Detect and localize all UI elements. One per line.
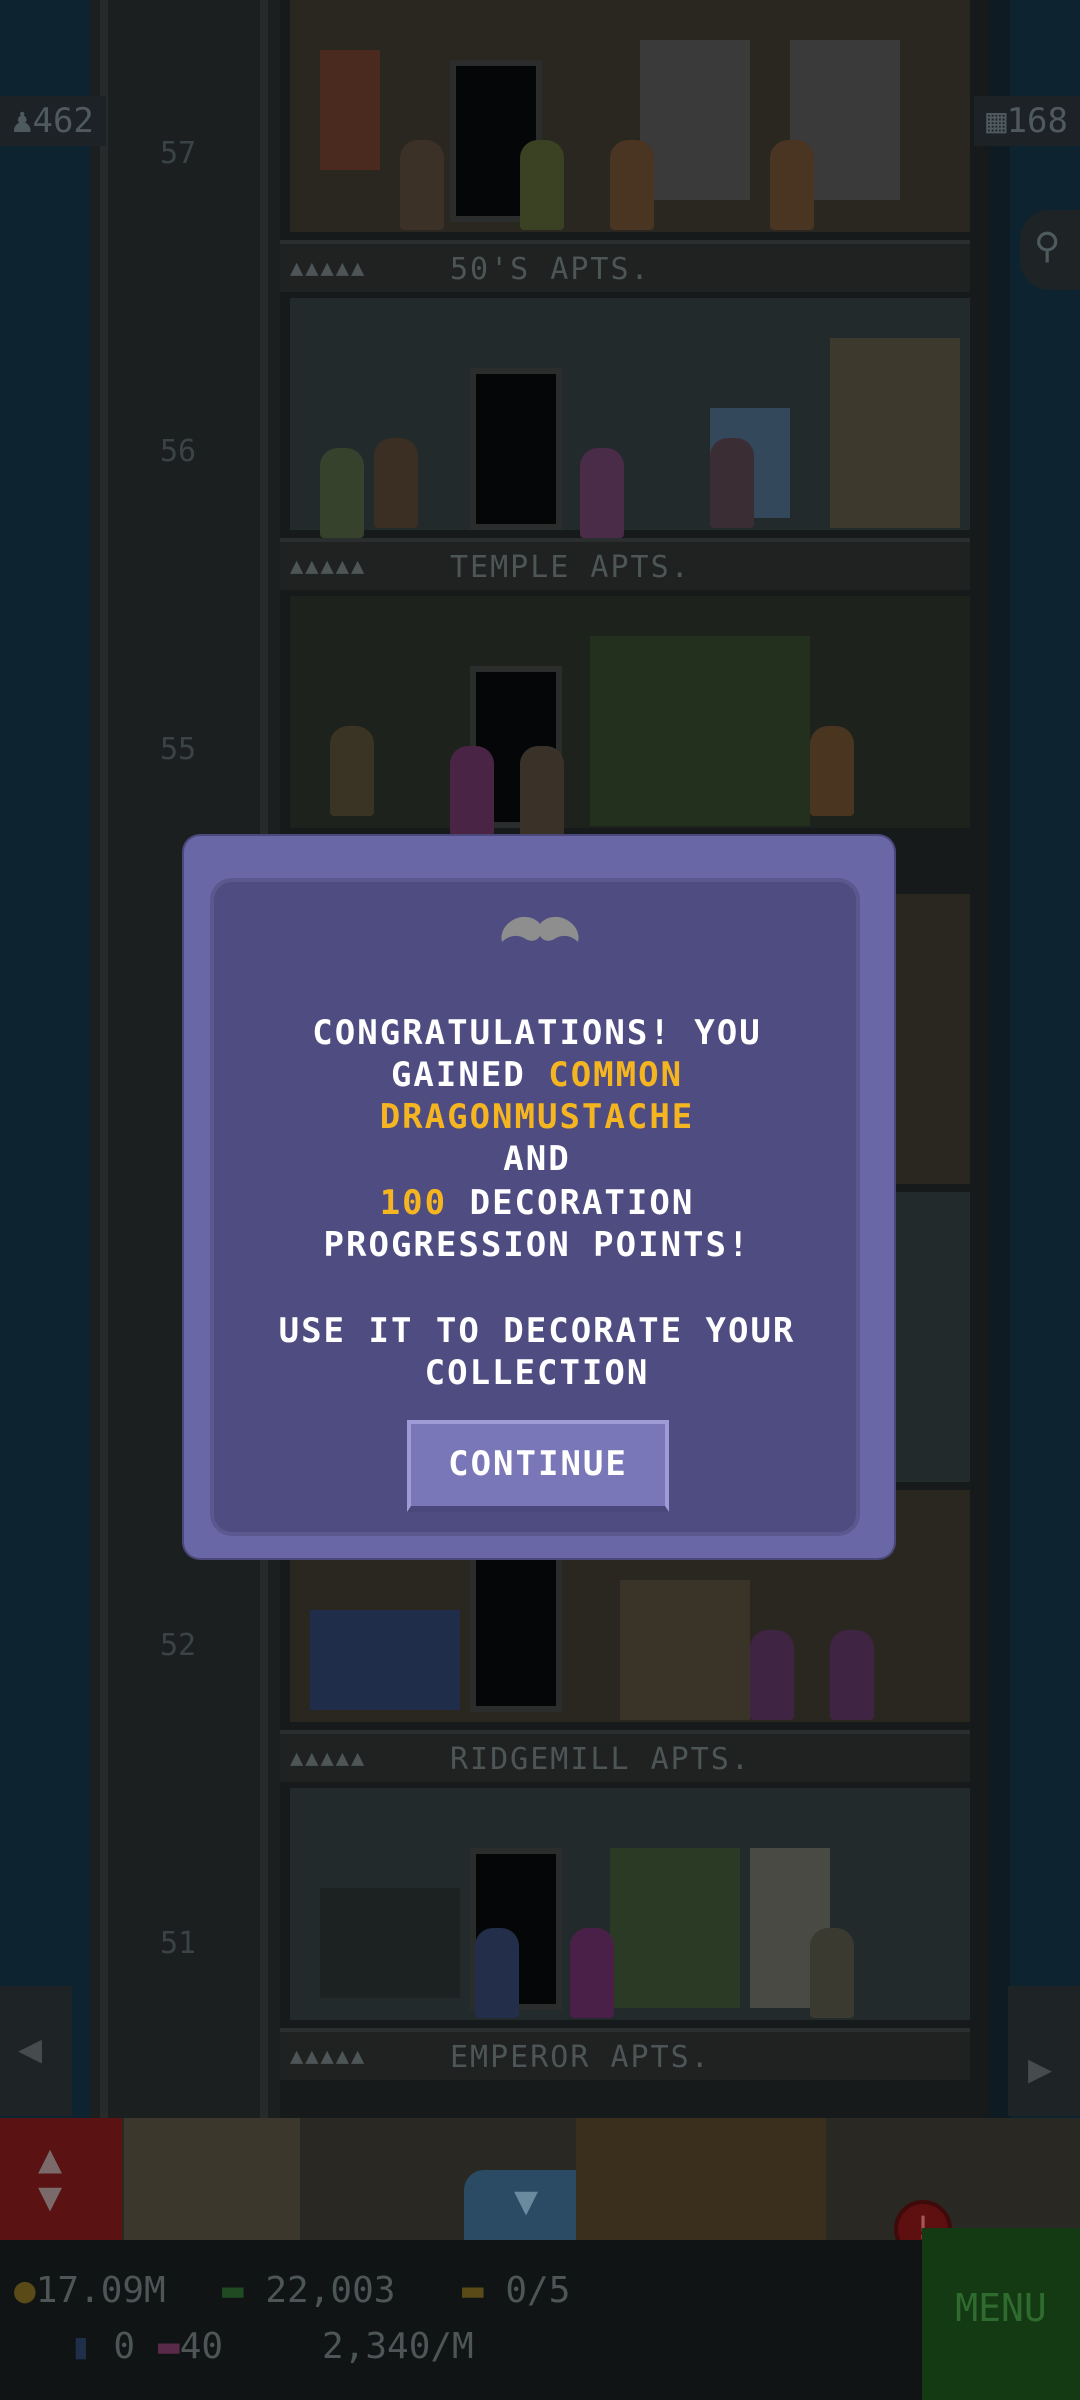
reward-points: 100	[379, 1183, 448, 1223]
game-screen: ▲▲▲▲▲ 50'S APTS. ▲▲▲▲▲ TEMPLE APTS. ▲▲▲▲…	[0, 0, 1080, 2400]
dialog-line: USE IT TO DECORATE YOUR	[278, 1311, 796, 1351]
dialog-line: AND	[503, 1139, 571, 1179]
continue-button[interactable]: CONTINUE	[407, 1420, 669, 1512]
reward-item-name: DRAGONMUSTACHE	[379, 1097, 695, 1137]
dialog-line: GAINED COMMON	[390, 1055, 684, 1095]
reward-rarity: COMMON	[548, 1055, 684, 1095]
mustache-icon	[501, 916, 579, 942]
dialog-line: PROGRESSION POINTS!	[323, 1225, 751, 1265]
dialog-line: 100 DECORATION	[379, 1183, 695, 1223]
dialog-line: CONGRATULATIONS! YOU	[312, 1013, 762, 1053]
dialog-line: COLLECTION	[424, 1353, 650, 1393]
